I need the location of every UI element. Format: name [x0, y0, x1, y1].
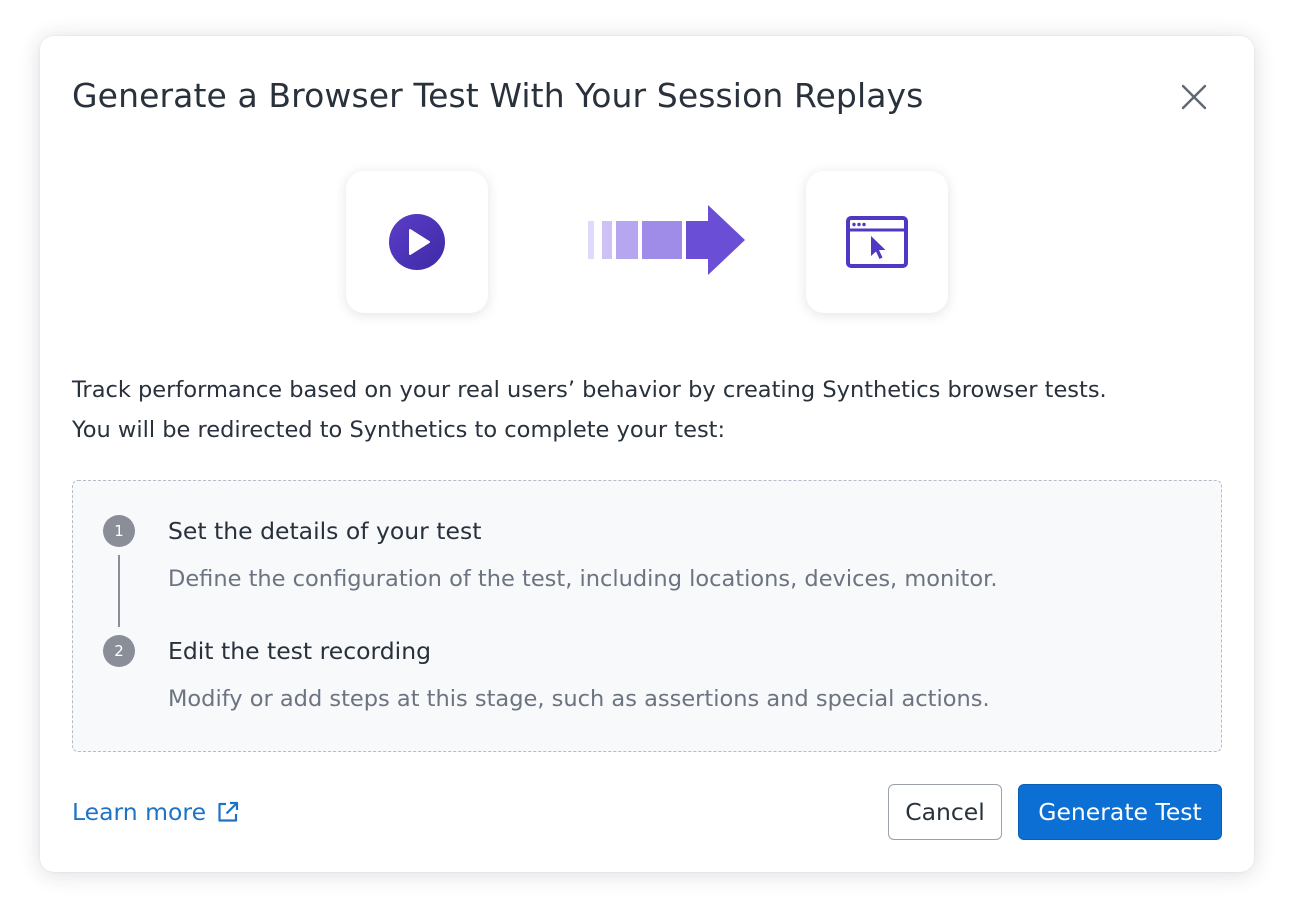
description-line-1: Track performance based on your real use…	[72, 377, 1107, 403]
close-button[interactable]	[1174, 77, 1214, 117]
play-circle-icon	[389, 214, 445, 270]
step-connector	[118, 555, 120, 627]
step-title-2: Edit the test recording	[168, 637, 432, 665]
cancel-button[interactable]: Cancel	[888, 784, 1002, 840]
steps-panel: 1 Set the details of your test Define th…	[72, 480, 1222, 752]
browser-cursor-icon	[846, 216, 908, 268]
description-line-2: You will be redirected to Synthetics to …	[72, 417, 726, 443]
session-to-test-illustration	[346, 171, 948, 313]
generate-browser-test-dialog: Generate a Browser Test With Your Sessio…	[40, 36, 1254, 872]
step-description-1: Define the configuration of the test, in…	[168, 566, 998, 592]
step-title-1: Set the details of your test	[168, 517, 482, 545]
browser-test-card	[806, 171, 948, 313]
step-number-2: 2	[103, 635, 135, 667]
learn-more-link[interactable]: Learn more	[72, 792, 240, 832]
dialog-title: Generate a Browser Test With Your Sessio…	[72, 76, 924, 115]
step-description-2: Modify or add steps at this stage, such …	[168, 686, 990, 712]
generate-test-button[interactable]: Generate Test	[1018, 784, 1222, 840]
external-link-icon	[216, 800, 240, 824]
step-number-1: 1	[103, 515, 135, 547]
arrow-right-icon	[588, 205, 745, 275]
dialog-description: Track performance based on your real use…	[72, 370, 1222, 450]
learn-more-label: Learn more	[72, 798, 207, 826]
close-icon	[1181, 84, 1207, 110]
session-replay-card	[346, 171, 488, 313]
